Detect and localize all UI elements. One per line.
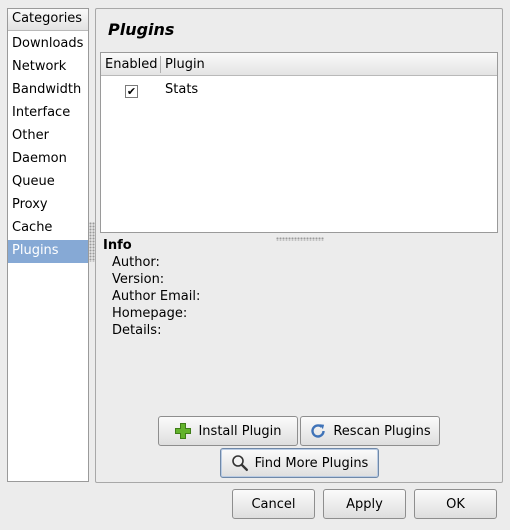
ok-button[interactable]: OK (414, 489, 497, 519)
category-downloads[interactable]: Downloads (8, 33, 88, 56)
category-proxy[interactable]: Proxy (8, 194, 88, 217)
plugin-name-cell[interactable]: Stats (165, 82, 198, 97)
plugins-table: Enabled Plugin ✔ Stats (100, 52, 498, 233)
category-daemon[interactable]: Daemon (8, 148, 88, 171)
info-homepage-label: Homepage: (112, 306, 188, 321)
categories-list: Categories Downloads Network Bandwidth I… (7, 8, 89, 482)
info-splitter-handle[interactable] (276, 237, 324, 241)
category-network[interactable]: Network (8, 56, 88, 79)
rescan-plugins-label: Rescan Plugins (333, 423, 431, 439)
column-header-enabled[interactable]: Enabled (105, 57, 158, 72)
cancel-button[interactable]: Cancel (232, 489, 315, 519)
category-cache[interactable]: Cache (8, 217, 88, 240)
category-plugins[interactable]: Plugins (8, 240, 88, 263)
install-plugin-label: Install Plugin (198, 423, 282, 439)
info-details-label: Details: (112, 323, 162, 338)
info-section-title: Info (103, 238, 132, 253)
category-interface[interactable]: Interface (8, 102, 88, 125)
table-header: Enabled Plugin (101, 53, 497, 76)
find-more-plugins-button[interactable]: Find More Plugins (220, 448, 379, 478)
info-author-email-label: Author Email: (112, 289, 201, 304)
column-divider[interactable] (160, 56, 161, 73)
page-title: Plugins (108, 20, 175, 39)
plugin-enabled-checkbox[interactable]: ✔ (125, 85, 138, 98)
install-plugin-button[interactable]: Install Plugin (158, 416, 298, 446)
info-author-label: Author: (112, 255, 160, 270)
column-header-plugin[interactable]: Plugin (165, 57, 205, 72)
apply-button[interactable]: Apply (323, 489, 406, 519)
magnifier-icon (231, 454, 249, 472)
cancel-label: Cancel (251, 496, 296, 512)
rescan-plugins-button[interactable]: Rescan Plugins (300, 416, 440, 446)
apply-label: Apply (346, 496, 383, 512)
ok-label: OK (446, 496, 465, 512)
categories-header[interactable]: Categories (8, 9, 88, 31)
plus-icon (174, 422, 192, 440)
find-more-plugins-label: Find More Plugins (254, 455, 369, 471)
category-other[interactable]: Other (8, 125, 88, 148)
category-bandwidth[interactable]: Bandwidth (8, 79, 88, 102)
plugins-pane: Plugins Enabled Plugin ✔ Stats Info Auth… (95, 8, 503, 483)
info-version-label: Version: (112, 272, 165, 287)
refresh-icon (309, 422, 327, 440)
category-queue[interactable]: Queue (8, 171, 88, 194)
